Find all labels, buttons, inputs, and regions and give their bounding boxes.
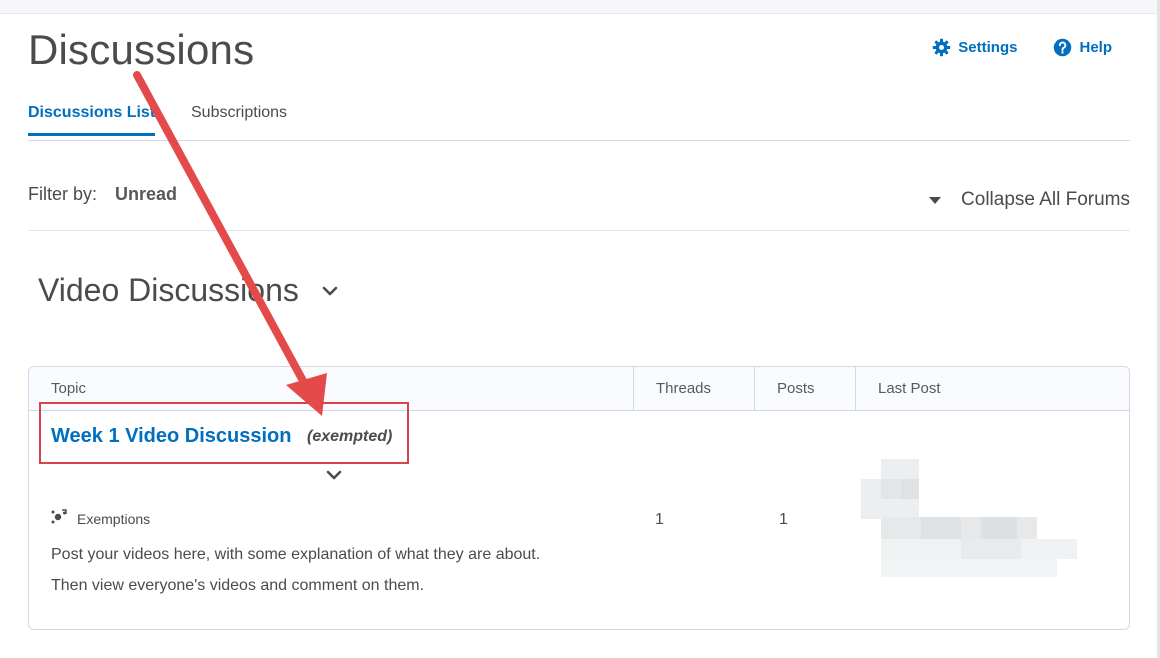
forum-title: Video Discussions bbox=[38, 272, 299, 308]
help-label: Help bbox=[1079, 39, 1112, 56]
tab-discussions-list[interactable]: Discussions List bbox=[28, 104, 156, 136]
tab-subscriptions[interactable]: Subscriptions bbox=[191, 104, 287, 136]
column-header-threads: Threads bbox=[633, 367, 754, 411]
exemptions-icon bbox=[50, 508, 68, 529]
exemptions-link[interactable]: Exemptions bbox=[50, 508, 150, 529]
threads-count: 1 bbox=[655, 511, 664, 528]
filter-bar: Filter by: Unread bbox=[28, 184, 177, 205]
posts-count: 1 bbox=[779, 511, 788, 528]
divider bbox=[28, 230, 1130, 231]
tab-bar: Discussions List Subscriptions bbox=[28, 104, 1130, 141]
help-icon bbox=[1053, 38, 1072, 57]
chevron-down-icon[interactable] bbox=[321, 285, 339, 297]
column-header-last-post: Last Post bbox=[855, 367, 1129, 411]
caret-down-icon bbox=[929, 196, 942, 204]
chevron-down-icon[interactable] bbox=[325, 468, 343, 486]
filter-label: Filter by: bbox=[28, 184, 98, 204]
topics-table: Topic Threads Posts Last Post Week 1 Vid… bbox=[28, 366, 1130, 630]
settings-label: Settings bbox=[958, 39, 1018, 56]
page-title: Discussions bbox=[28, 26, 255, 73]
header-links: Settings Help bbox=[932, 38, 1112, 57]
browser-top-strip bbox=[0, 0, 1160, 14]
topic-description-line: Then view everyone's videos and comment … bbox=[51, 577, 425, 594]
column-header-posts: Posts bbox=[754, 367, 855, 411]
filter-unread-link[interactable]: Unread bbox=[115, 184, 177, 205]
last-post-redacted bbox=[861, 459, 1077, 579]
gear-icon bbox=[932, 38, 951, 57]
settings-link[interactable]: Settings bbox=[932, 38, 1017, 57]
collapse-all-forums-label: Collapse All Forums bbox=[961, 189, 1130, 210]
topic-description-line: Post your videos here, with some explana… bbox=[51, 546, 541, 563]
annotation-highlight-box bbox=[39, 402, 409, 464]
exemptions-label: Exemptions bbox=[77, 510, 151, 527]
forum-header: Video Discussions bbox=[38, 272, 339, 309]
collapse-all-forums-button[interactable]: Collapse All Forums bbox=[929, 189, 1130, 211]
help-link[interactable]: Help bbox=[1053, 38, 1112, 57]
